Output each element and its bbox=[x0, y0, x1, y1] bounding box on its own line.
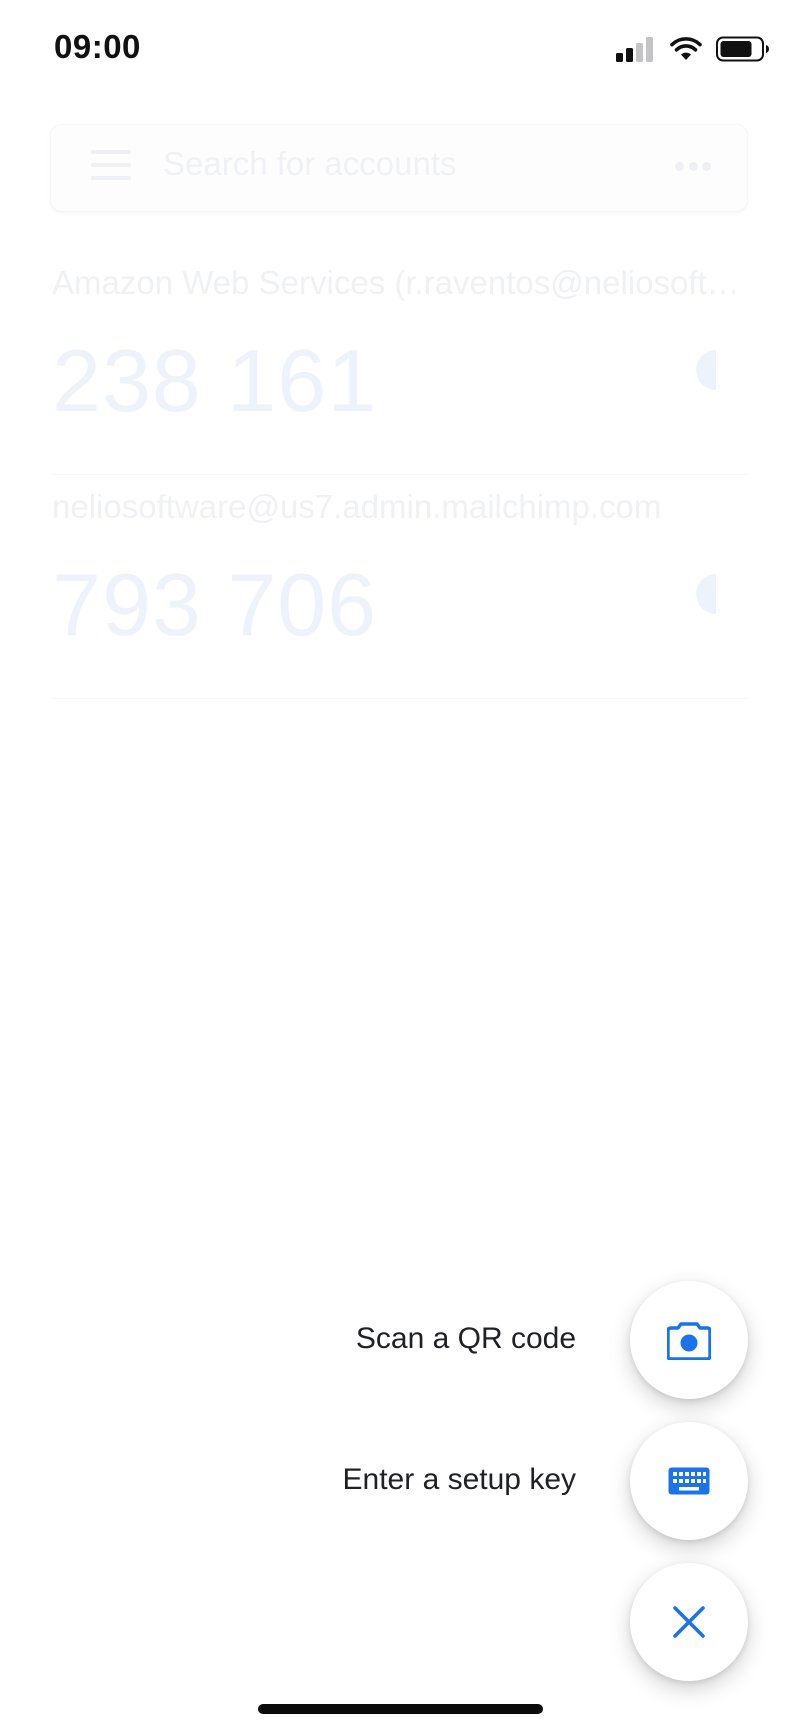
scan-qr-code-label[interactable]: Scan a QR code bbox=[356, 1322, 576, 1356]
enter-setup-key-button[interactable] bbox=[630, 1422, 748, 1540]
enter-setup-key-label[interactable]: Enter a setup key bbox=[343, 1463, 576, 1497]
account-code: 793 706 bbox=[52, 555, 378, 654]
close-icon bbox=[673, 1606, 705, 1638]
more-icon bbox=[675, 162, 711, 172]
close-speed-dial-button[interactable] bbox=[630, 1563, 748, 1681]
app-screen: 09:00 Search for accounts Amazon Web Ser… bbox=[0, 0, 800, 1732]
home-indicator[interactable] bbox=[258, 1704, 543, 1714]
camera-icon bbox=[667, 1322, 711, 1360]
account-item: neliosoftware@us7.admin.mailchimp.com 79… bbox=[52, 474, 748, 699]
scan-qr-code-button[interactable] bbox=[630, 1281, 748, 1399]
account-code: 238 161 bbox=[52, 331, 378, 430]
search-bar: Search for accounts bbox=[50, 124, 748, 212]
countdown-timer-icon bbox=[696, 350, 716, 390]
keyboard-icon bbox=[668, 1467, 710, 1495]
countdown-timer-icon bbox=[696, 574, 716, 614]
account-name: Amazon Web Services (r.raventos@neliosof… bbox=[52, 264, 748, 301]
account-name: neliosoftware@us7.admin.mailchimp.com bbox=[52, 488, 662, 525]
account-item: Amazon Web Services (r.raventos@neliosof… bbox=[52, 250, 748, 475]
menu-icon bbox=[91, 150, 131, 180]
search-placeholder: Search for accounts bbox=[163, 145, 457, 182]
